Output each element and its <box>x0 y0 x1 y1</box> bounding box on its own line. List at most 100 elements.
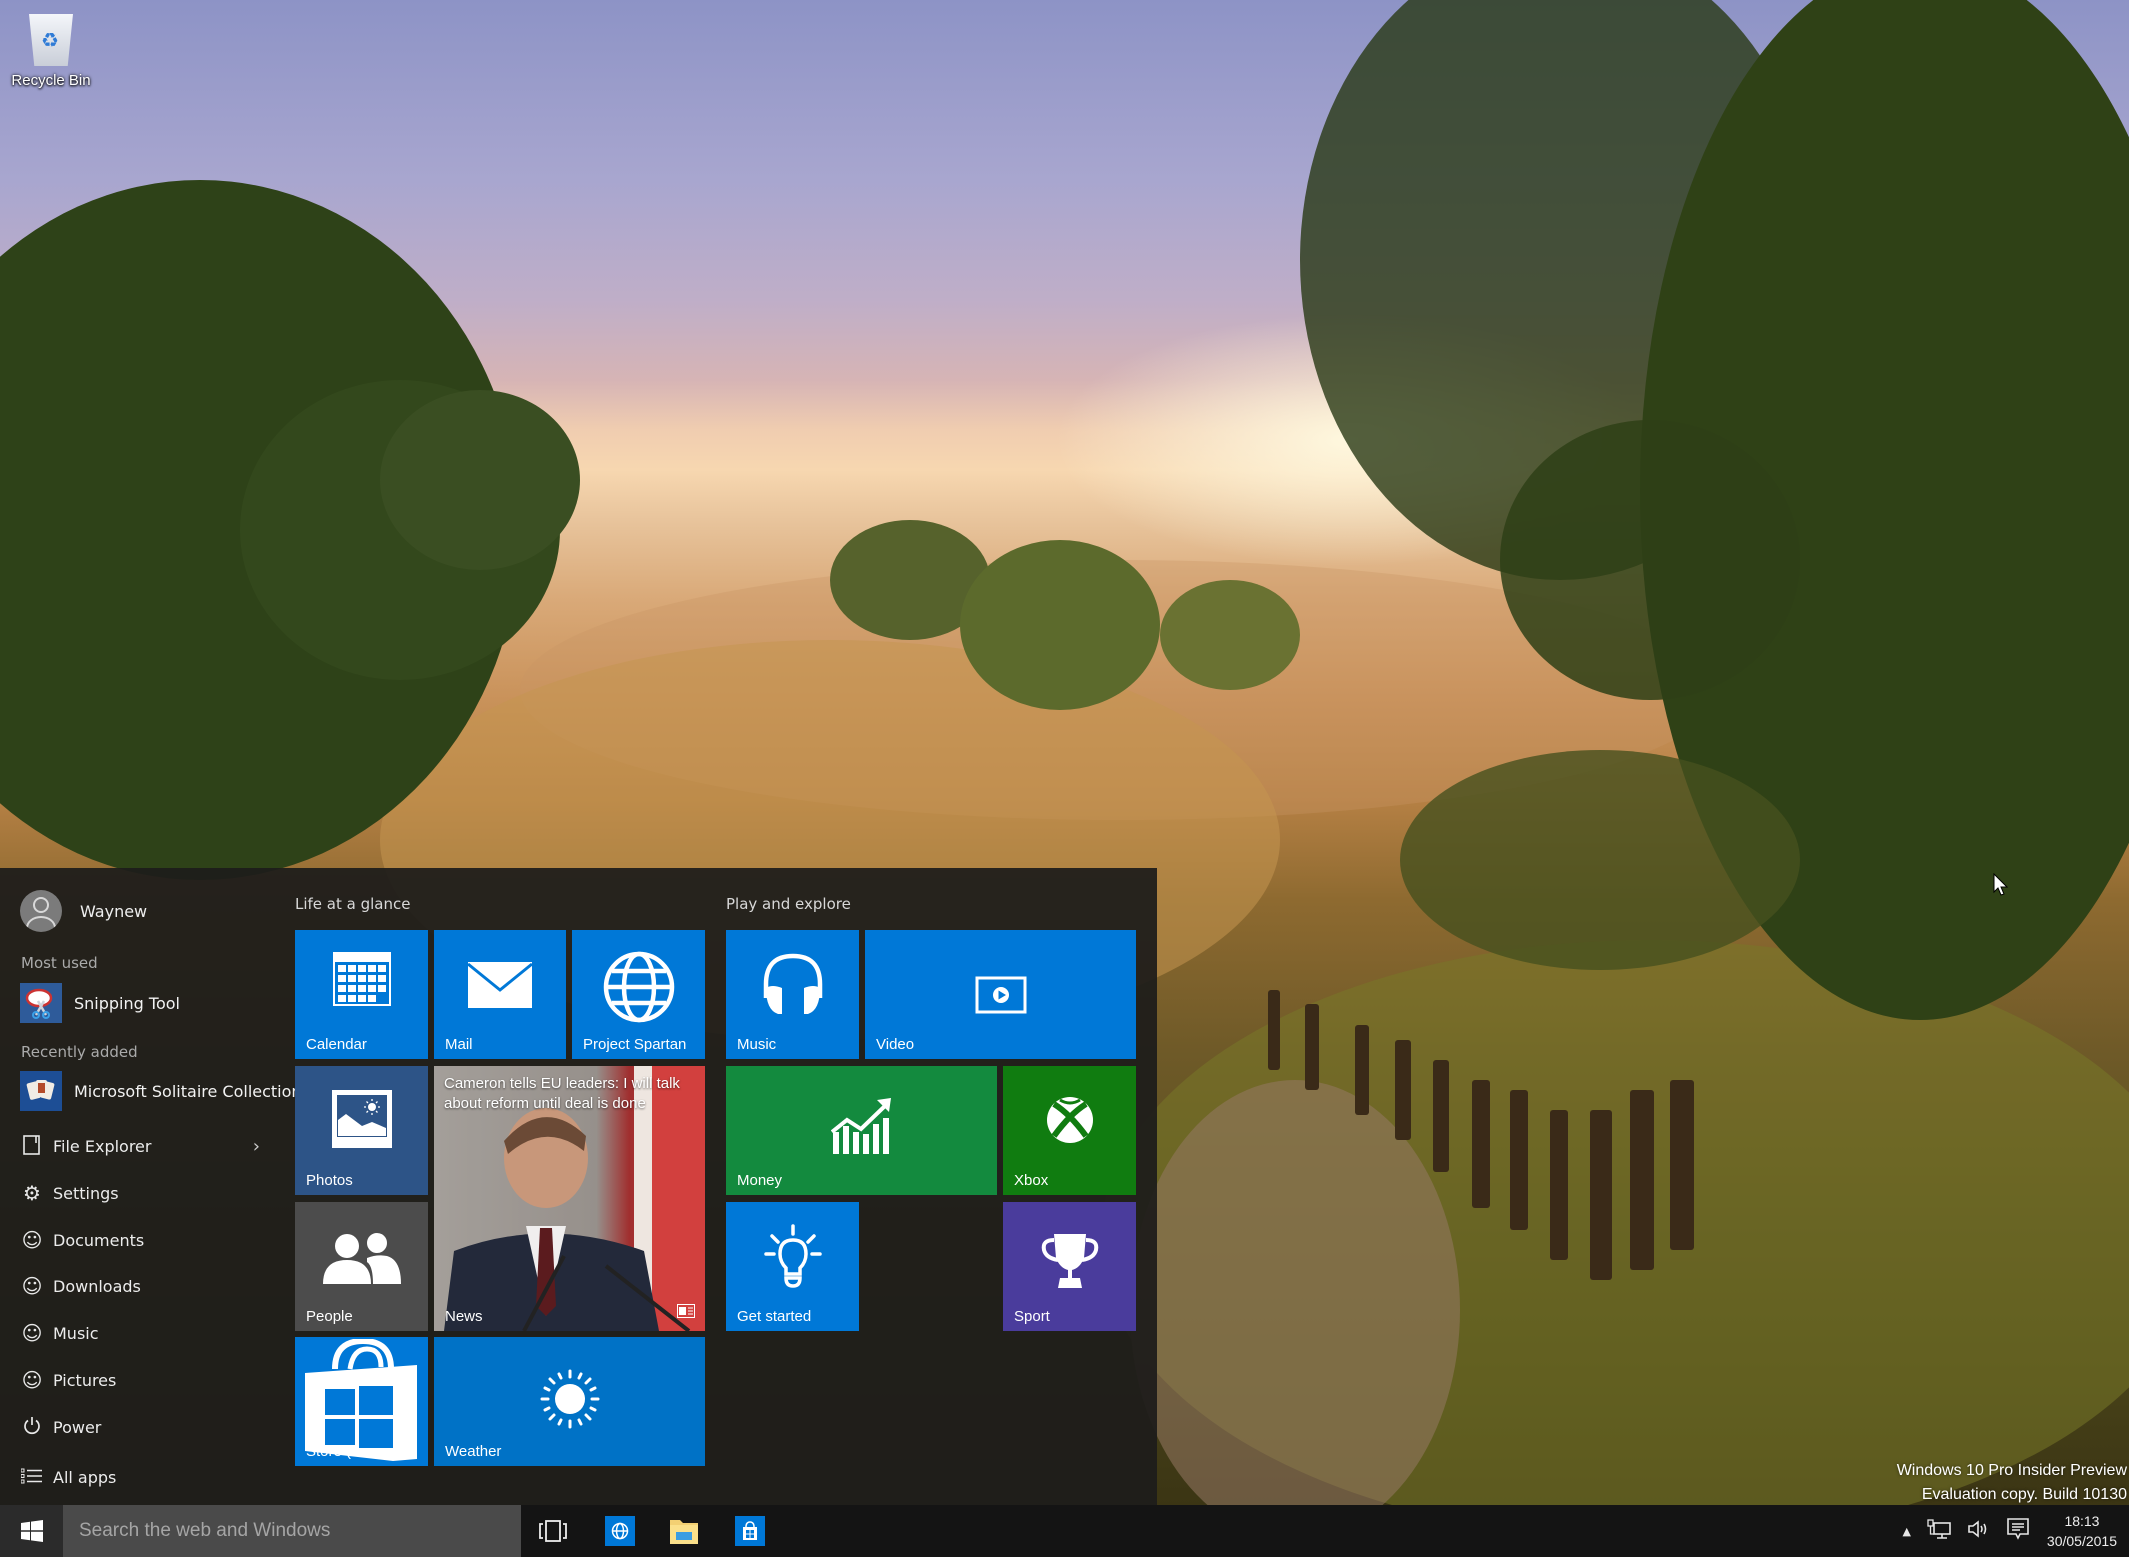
news-headline: Cameron tells EU leaders: I will talk ab… <box>444 1075 680 1112</box>
start-all-apps[interactable]: All apps <box>20 1457 268 1497</box>
side-label: Settings <box>53 1183 119 1203</box>
smiley-icon: ☺ <box>21 1368 43 1392</box>
desktop-icon-label: Recycle Bin <box>11 72 91 89</box>
tile-label: Music <box>737 1036 777 1053</box>
watermark-line-1: Windows 10 Pro Insider Preview <box>1896 1462 2127 1479</box>
people-icon <box>295 1232 428 1284</box>
tile-weather[interactable]: Weather <box>434 1337 705 1466</box>
lightbulb-icon <box>726 1224 859 1288</box>
tile-mail[interactable]: Mail <box>434 930 566 1059</box>
tile-news[interactable]: Cameron tells EU leaders: I will talk ab… <box>434 1066 705 1331</box>
group-title-life-at-a-glance[interactable]: Life at a glance <box>295 895 410 913</box>
side-label: Music <box>53 1323 99 1343</box>
tile-label: Calendar <box>306 1036 367 1053</box>
tile-label: Video <box>876 1036 915 1053</box>
mouse-cursor-icon <box>1993 872 2009 901</box>
taskbar-project-spartan[interactable] <box>589 1505 651 1557</box>
tile-video[interactable]: Video <box>865 930 1136 1059</box>
side-label: File Explorer <box>53 1136 152 1156</box>
task-view-icon <box>539 1520 567 1542</box>
group-title-play-and-explore[interactable]: Play and explore <box>726 895 851 913</box>
side-label: Pictures <box>53 1370 117 1390</box>
tile-label: Get started <box>737 1308 812 1325</box>
trophy-icon <box>1003 1232 1136 1290</box>
tile-people[interactable]: People <box>295 1202 428 1331</box>
task-view-button[interactable] <box>522 1505 584 1557</box>
network-icon[interactable] <box>1927 1518 1951 1544</box>
news-icon <box>677 1303 695 1322</box>
user-account-button[interactable]: Waynew <box>20 890 147 932</box>
tile-sport[interactable]: Sport <box>1003 1202 1136 1331</box>
start-downloads[interactable]: ☺ Downloads <box>20 1266 268 1306</box>
search-input[interactable] <box>79 1505 521 1557</box>
tile-label: News <box>445 1308 483 1325</box>
start-power[interactable]: Power <box>20 1407 268 1447</box>
desktop-icon-recycle-bin[interactable]: ♻ Recycle Bin <box>4 8 98 100</box>
list-icon <box>20 1467 44 1487</box>
system-tray: ▲ 18:13 30/05/2015 <box>1894 1505 2129 1557</box>
tile-xbox[interactable]: Xbox <box>1003 1066 1136 1195</box>
tile-label: Photos <box>306 1172 353 1189</box>
smiley-icon: ☺ <box>21 1274 43 1298</box>
tile-money[interactable]: Money <box>726 1066 997 1195</box>
start-button[interactable] <box>0 1505 63 1557</box>
snipping-tool-icon <box>20 983 62 1023</box>
tile-project-spartan[interactable]: Project Spartan <box>572 930 705 1059</box>
side-label: Documents <box>53 1230 145 1250</box>
taskbar-store[interactable] <box>719 1505 781 1557</box>
app-snipping-tool[interactable]: Snipping Tool <box>20 982 180 1024</box>
user-avatar-icon <box>20 890 62 932</box>
calendar-icon <box>295 952 428 1006</box>
side-label: Downloads <box>53 1276 141 1296</box>
sun-icon <box>434 1369 705 1429</box>
tile-get-started[interactable]: Get started <box>726 1202 859 1331</box>
headphones-icon <box>726 952 859 1018</box>
taskbar-file-explorer[interactable] <box>653 1505 715 1557</box>
power-icon <box>20 1416 44 1439</box>
search-box[interactable] <box>63 1505 521 1557</box>
app-microsoft-solitaire-collection[interactable]: Microsoft Solitaire Collection <box>20 1070 302 1112</box>
start-file-explorer[interactable]: File Explorer › <box>20 1126 268 1166</box>
solitaire-icon <box>20 1071 62 1111</box>
video-icon <box>865 976 1136 1014</box>
most-used-label: Most used <box>21 954 98 972</box>
chevron-right-icon[interactable]: › <box>253 1136 260 1157</box>
taskbar-clock[interactable]: 18:13 30/05/2015 <box>2047 1511 2117 1551</box>
tile-label: Project Spartan <box>583 1036 687 1053</box>
chart-icon <box>726 1096 997 1154</box>
folder-icon <box>669 1516 699 1546</box>
photos-icon <box>295 1090 428 1148</box>
chevron-up-icon[interactable]: ▲ <box>1902 1525 1910 1538</box>
tile-music[interactable]: Music <box>726 930 859 1059</box>
side-label: All apps <box>53 1467 117 1487</box>
store-icon <box>735 1516 765 1546</box>
tile-photos[interactable]: Photos <box>295 1066 428 1195</box>
windows-logo-icon <box>20 1520 43 1542</box>
start-documents[interactable]: ☺ Documents <box>20 1220 268 1260</box>
windows-watermark: Windows 10 Pro Insider Preview Evaluatio… <box>1897 1459 2127 1507</box>
user-name: Waynew <box>80 901 148 921</box>
start-pictures[interactable]: ☺ Pictures <box>20 1360 268 1400</box>
app-name: Microsoft Solitaire Collection <box>74 1081 302 1101</box>
store-icon <box>305 1337 419 1466</box>
tile-label: People <box>306 1308 353 1325</box>
tile-label: Xbox <box>1014 1172 1049 1189</box>
tile-calendar[interactable]: Calendar <box>295 930 428 1059</box>
smiley-icon: ☺ <box>21 1228 43 1252</box>
tile-label: Money <box>737 1172 783 1189</box>
tile-label: Sport <box>1014 1308 1050 1325</box>
start-settings[interactable]: ⚙ Settings <box>20 1173 268 1213</box>
recycle-bin-icon: ♻ <box>29 14 73 66</box>
start-music[interactable]: ☺ Music <box>20 1313 268 1353</box>
xbox-icon <box>1003 1096 1136 1144</box>
watermark-line-2: Evaluation copy. Build 10130 <box>1921 1486 2127 1503</box>
globe-icon <box>572 950 705 1024</box>
action-center-icon[interactable] <box>2007 1517 2029 1545</box>
clock-date: 30/05/2015 <box>2046 1533 2117 1549</box>
tile-store-beta[interactable]: Store (Beta) <box>295 1337 428 1466</box>
volume-icon[interactable] <box>1967 1519 1991 1544</box>
tile-label: Weather <box>445 1443 502 1460</box>
clock-time: 18:13 <box>2064 1513 2100 1529</box>
file-explorer-icon <box>20 1134 44 1159</box>
gear-icon: ⚙ <box>23 1181 41 1205</box>
